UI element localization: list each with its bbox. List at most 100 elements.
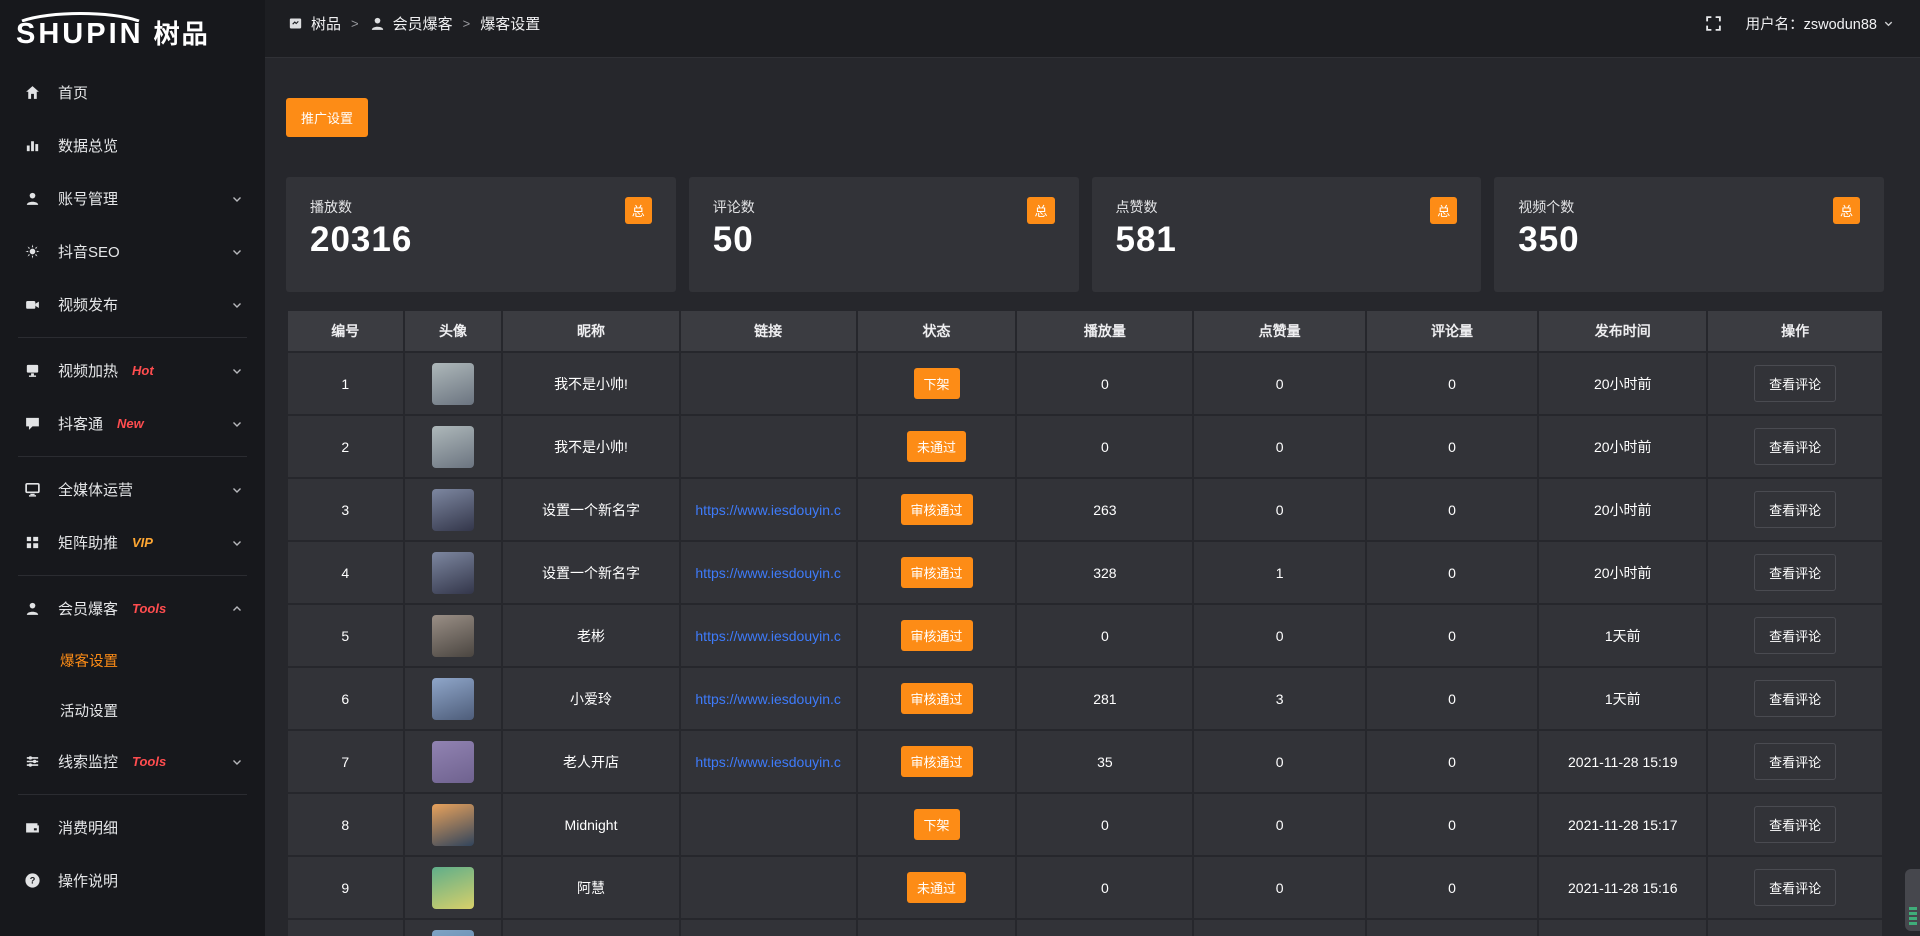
breadcrumb-item-会员爆客[interactable]: 会员爆客 (369, 13, 453, 34)
cell-link (680, 856, 857, 919)
cell-id: 8 (287, 793, 404, 856)
cell-nickname: 阿慧 (502, 856, 679, 919)
chevron-down-icon (231, 484, 243, 496)
column-header-头像: 头像 (404, 310, 503, 352)
sidebar-item-视频加热[interactable]: 视频加热Hot (0, 344, 265, 397)
fullscreen-icon[interactable] (1705, 15, 1722, 32)
sidebar-item-会员爆客[interactable]: 会员爆客Tools (0, 582, 265, 635)
cell-time: 1天前 (1538, 604, 1707, 667)
cell-action: 查看评论 (1707, 541, 1883, 604)
avatar (432, 489, 474, 531)
view-comments-button[interactable]: 查看评论 (1754, 680, 1836, 717)
video-link[interactable]: https://www.iesdouyin.c (695, 628, 841, 644)
sidebar-item-抖音SEO[interactable]: 抖音SEO (0, 225, 265, 278)
sidebar-item-矩阵助推[interactable]: 矩阵助推VIP (0, 516, 265, 569)
sidebar-subitem-爆客设置[interactable]: 爆客设置 (0, 635, 265, 685)
user-icon (22, 600, 42, 617)
cell-action: 查看评论 (1707, 730, 1883, 793)
sidebar-item-视频发布[interactable]: 视频发布 (0, 278, 265, 331)
view-comments-button[interactable]: 查看评论 (1754, 428, 1836, 465)
sidebar-item-线索监控[interactable]: 线索监控Tools (0, 735, 265, 788)
table-row: 1我不是小帅!下架00020小时前查看评论 (287, 352, 1883, 415)
column-header-编号: 编号 (287, 310, 404, 352)
cell-action: 查看评论 (1707, 478, 1883, 541)
column-header-发布时间: 发布时间 (1538, 310, 1707, 352)
promo-settings-button[interactable]: 推广设置 (286, 98, 368, 137)
cell-comments: 0 (1366, 352, 1538, 415)
cell-status: 审核通过 (857, 541, 1017, 604)
sidebar-item-数据总览[interactable]: 数据总览 (0, 119, 265, 172)
video-link[interactable]: https://www.iesdouyin.c (695, 754, 841, 770)
nav-divider (18, 337, 247, 338)
status-badge[interactable]: 未通过 (907, 872, 966, 903)
cell-avatar (404, 478, 503, 541)
column-header-评论量: 评论量 (1366, 310, 1538, 352)
nav-divider (18, 456, 247, 457)
view-comments-button[interactable]: 查看评论 (1754, 491, 1836, 528)
status-badge[interactable]: 下架 (914, 368, 960, 399)
sidebar-item-label: 数据总览 (58, 135, 118, 156)
breadcrumb-item-爆客设置[interactable]: 爆客设置 (480, 13, 540, 34)
status-badge[interactable]: 审核通过 (901, 620, 973, 651)
nav-divider (18, 794, 247, 795)
logo: SHUPIN 树品 (0, 0, 265, 58)
view-comments-button[interactable]: 查看评论 (1754, 554, 1836, 591)
cell-likes: 0 (1193, 730, 1365, 793)
cell-likes: 1 (1193, 541, 1365, 604)
chevron-down-icon (231, 365, 243, 377)
floating-widget[interactable] (1905, 869, 1920, 931)
breadcrumb-label: 爆客设置 (480, 13, 540, 34)
sidebar-item-操作说明[interactable]: ?操作说明 (0, 854, 265, 907)
cell-avatar (404, 667, 503, 730)
cell-action: 查看评论 (1707, 667, 1883, 730)
sidebar-item-全媒体运营[interactable]: 全媒体运营 (0, 463, 265, 516)
avatar (432, 741, 474, 783)
sidebar-item-label: 抖客通 (58, 413, 103, 434)
cell-avatar (404, 730, 503, 793)
sidebar-subitem-活动设置[interactable]: 活动设置 (0, 685, 265, 735)
chart-icon (22, 137, 42, 154)
view-comments-button[interactable]: 查看评论 (1754, 365, 1836, 402)
user-menu[interactable]: 用户名：zswodun88 (1746, 13, 1894, 34)
sidebar-item-首页[interactable]: 首页 (0, 66, 265, 119)
status-badge[interactable]: 未通过 (907, 431, 966, 462)
video-link[interactable]: https://www.iesdouyin.c (695, 502, 841, 518)
cell-comments: 0 (1366, 730, 1538, 793)
video-link[interactable]: https://www.iesdouyin.c (695, 691, 841, 707)
sidebar-item-消费明细[interactable]: 消费明细 (0, 801, 265, 854)
status-badge[interactable]: 审核通过 (901, 557, 973, 588)
table-row: 9阿慧未通过0002021-11-28 15:16查看评论 (287, 856, 1883, 919)
cell-id: 3 (287, 478, 404, 541)
view-comments-button[interactable]: 查看评论 (1754, 806, 1836, 843)
avatar (432, 615, 474, 657)
video-link[interactable]: https://www.iesdouyin.c (695, 565, 841, 581)
breadcrumb-label: 会员爆客 (393, 13, 453, 34)
status-badge[interactable]: 下架 (914, 809, 960, 840)
view-comments-button[interactable]: 查看评论 (1754, 617, 1836, 654)
avatar (432, 930, 474, 936)
cell-comments: 0 (1366, 856, 1538, 919)
avatar (432, 552, 474, 594)
chevron-down-icon (1883, 18, 1894, 29)
breadcrumb: 树品>会员爆客>爆客设置 (287, 13, 540, 34)
view-comments-button[interactable]: 查看评论 (1754, 869, 1836, 906)
status-badge[interactable]: 审核通过 (901, 494, 973, 525)
svg-text:?: ? (29, 876, 35, 886)
sidebar-item-label: 视频发布 (58, 294, 118, 315)
column-header-昵称: 昵称 (502, 310, 679, 352)
gear-icon (22, 243, 42, 260)
status-badge[interactable]: 审核通过 (901, 683, 973, 714)
cell-comments: 0 (1366, 604, 1538, 667)
cell-nickname: 我不是小帅! (502, 415, 679, 478)
breadcrumb-item-树品[interactable]: 树品 (287, 13, 341, 34)
sidebar-item-抖客通[interactable]: 抖客通New (0, 397, 265, 450)
sidebar-item-账号管理[interactable]: 账号管理 (0, 172, 265, 225)
video-table: 编号头像昵称链接状态播放量点赞量评论量发布时间操作 1我不是小帅!下架00020… (286, 309, 1884, 936)
stat-card-label: 点赞数 (1116, 197, 1458, 217)
cell-id: 6 (287, 667, 404, 730)
chevron-down-icon (231, 756, 243, 768)
status-badge[interactable]: 审核通过 (901, 746, 973, 777)
view-comments-button[interactable]: 查看评论 (1754, 743, 1836, 780)
sidebar-item-label: 视频加热 (58, 360, 118, 381)
cell-time: 1天前 (1538, 667, 1707, 730)
